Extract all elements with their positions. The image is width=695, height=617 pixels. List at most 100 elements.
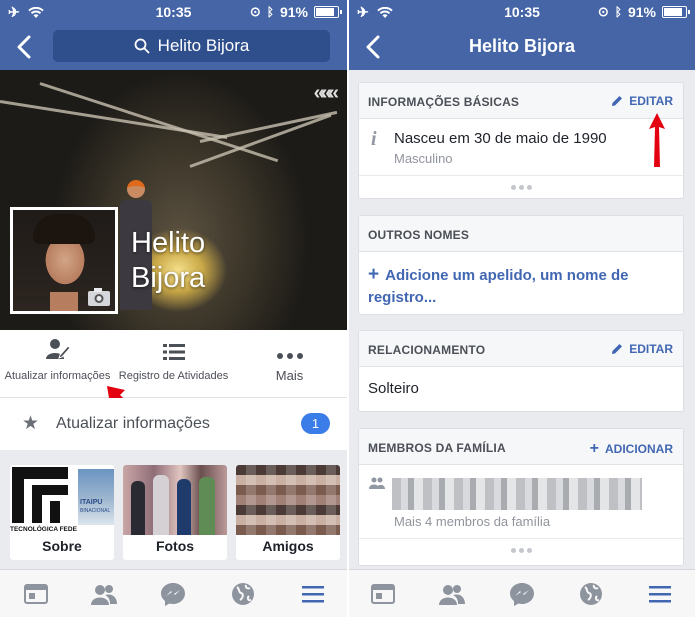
other-names-title: OUTROS NOMES [368,228,470,242]
more-label: Mais [275,368,304,383]
battery-icon [314,6,342,18]
battery-percent: 91% [627,4,656,20]
other-names-header: OUTROS NOMES [359,216,683,252]
back-chevron-icon[interactable] [14,34,36,60]
friends-thumbnail-pixelated [236,465,340,535]
tab-bar [0,569,347,617]
messenger-icon[interactable] [508,580,536,608]
basic-info-edit-button[interactable]: EDITAR [611,94,673,108]
rotation-lock-icon: ⊙ [597,4,609,19]
card-about[interactable]: ITAIPU BINACIONAL TECNOLÓGICA FEDE Sobre [10,465,114,560]
card-friends[interactable]: Amigos [236,465,340,560]
notification-badge: 1 [301,413,330,434]
battery-icon [662,6,690,18]
messenger-icon[interactable] [159,580,187,608]
status-bar: ✈ 10:35 ⊙ ᛒ 91% [349,0,695,24]
blurred-family-names [392,478,642,510]
cover-pipe [39,82,279,163]
screenshot-stage: ✈ 10:35 ⊙ ᛒ 91% Helito Bijora ««« Helito… [0,0,695,617]
photos-thumbnail [123,465,227,535]
update-info-label: Atualizar informações [4,370,111,382]
relationship-edit-label: EDITAR [629,342,673,356]
update-info-button[interactable]: Atualizar informações [0,330,115,398]
profile-last-name: Bijora [131,262,206,294]
bluetooth-icon: ᛒ [614,5,622,19]
rotation-lock-icon: ⊙ [249,4,261,19]
info-icon: i [371,128,377,150]
camera-icon[interactable] [87,287,111,307]
add-nickname-link[interactable]: + Adicione um apelido, um nome de registr… [359,252,683,309]
gender-text: Masculino [394,151,453,166]
basic-info-header: INFORMAÇÕES BÁSICAS EDITAR [359,83,683,119]
relationship-section: RELACIONAMENTO EDITAR Solteiro [358,330,684,412]
search-value: Helito Bijora [157,36,250,55]
menu-icon[interactable] [299,580,327,608]
add-nickname-line1: Adicione um apelido, um nome de [385,267,629,284]
see-more-dots[interactable] [359,538,683,562]
binacional-text: BINACIONAL [80,508,111,514]
expand-chevrons-icon[interactable]: ««« [314,82,339,105]
bluetooth-icon: ᛒ [266,5,274,19]
family-title: MEMBROS DA FAMÍLIA [368,441,506,455]
list-icon [162,344,185,360]
nav-bar: ✈ 10:35 ⊙ ᛒ 91% Helito Bijora [0,0,347,70]
news-feed-icon[interactable] [369,580,397,608]
cover-photo[interactable]: ««« Helito Bijora [0,70,347,330]
more-button[interactable]: Mais [232,330,347,398]
add-nickname-line2: registro... [368,289,437,306]
family-people-icon [369,477,385,489]
family-member-row[interactable]: Mais 4 membros da família [359,465,683,538]
relationship-header: RELACIONAMENTO EDITAR [359,331,683,367]
friend-requests-icon[interactable] [90,580,118,608]
plus-icon: + [368,264,380,285]
news-feed-icon[interactable] [22,580,50,608]
globe-icon[interactable] [229,580,257,608]
update-info-row[interactable]: ★ Atualizar informações 1 [0,398,347,450]
page-title: Helito Bijora [468,36,575,56]
person-edit-icon [45,339,70,359]
plus-icon: + [589,440,599,457]
about-screen: ✈ 10:35 ⊙ ᛒ 91% Helito Bijora INFORMAÇÕE… [349,0,695,617]
card-about-label: Sobre [42,538,82,554]
basic-info-edit-label: EDITAR [629,94,673,108]
nav-bar: ✈ 10:35 ⊙ ᛒ 91% Helito Bijora [349,0,695,70]
relationship-title: RELACIONAMENTO [368,343,486,357]
search-input[interactable]: Helito Bijora [53,30,330,62]
globe-icon[interactable] [577,580,605,608]
card-photos[interactable]: Fotos [123,465,227,560]
about-thumbnail: ITAIPU BINACIONAL TECNOLÓGICA FEDE [10,465,114,535]
relationship-edit-button[interactable]: EDITAR [611,342,673,356]
birth-row: i Nasceu em 30 de maio de 1990 Masculino [359,119,683,175]
family-more-text: Mais 4 membros da família [394,514,551,529]
card-photos-label: Fotos [155,538,195,554]
other-names-section: OUTROS NOMES + Adicione um apelido, um no… [358,215,684,315]
family-header: MEMBROS DA FAMÍLIA + ADICIONAR [359,429,683,465]
battery-percent: 91% [279,4,308,20]
utfpr-logo-icon [12,467,68,523]
update-info-row-label: Atualizar informações [56,415,210,432]
utfpr-text: TECNOLÓGICA FEDE [10,526,77,533]
activity-log-label: Registro de Atividades [118,370,229,382]
tab-bar [349,569,695,617]
pencil-icon [612,96,623,106]
profile-first-name: Helito [131,227,206,259]
card-friends-label: Amigos [262,538,314,554]
birth-text: Nasceu em 30 de maio de 1990 [394,130,607,147]
relationship-value: Solteiro [368,380,419,397]
more-dots-icon [276,353,303,359]
status-bar: ✈ 10:35 ⊙ ᛒ 91% [0,0,347,24]
menu-icon[interactable] [646,580,674,608]
annotation-arrow-icon [649,113,665,167]
family-add-button[interactable]: + ADICIONAR [590,440,673,458]
see-more-dots[interactable] [359,175,683,198]
profile-name: Helito Bijora [131,226,205,296]
friend-requests-icon[interactable] [438,580,466,608]
profile-screen: ✈ 10:35 ⊙ ᛒ 91% Helito Bijora ««« Helito… [0,0,347,617]
family-add-label: ADICIONAR [605,442,673,456]
itaipu-text: ITAIPU [80,499,103,506]
profile-actions: Atualizar informações Registro de Ativid… [0,330,347,422]
profile-avatar[interactable] [10,207,118,314]
star-icon: ★ [22,413,40,434]
search-icon [134,38,150,54]
itaipu-photo: ITAIPU BINACIONAL [78,469,114,525]
